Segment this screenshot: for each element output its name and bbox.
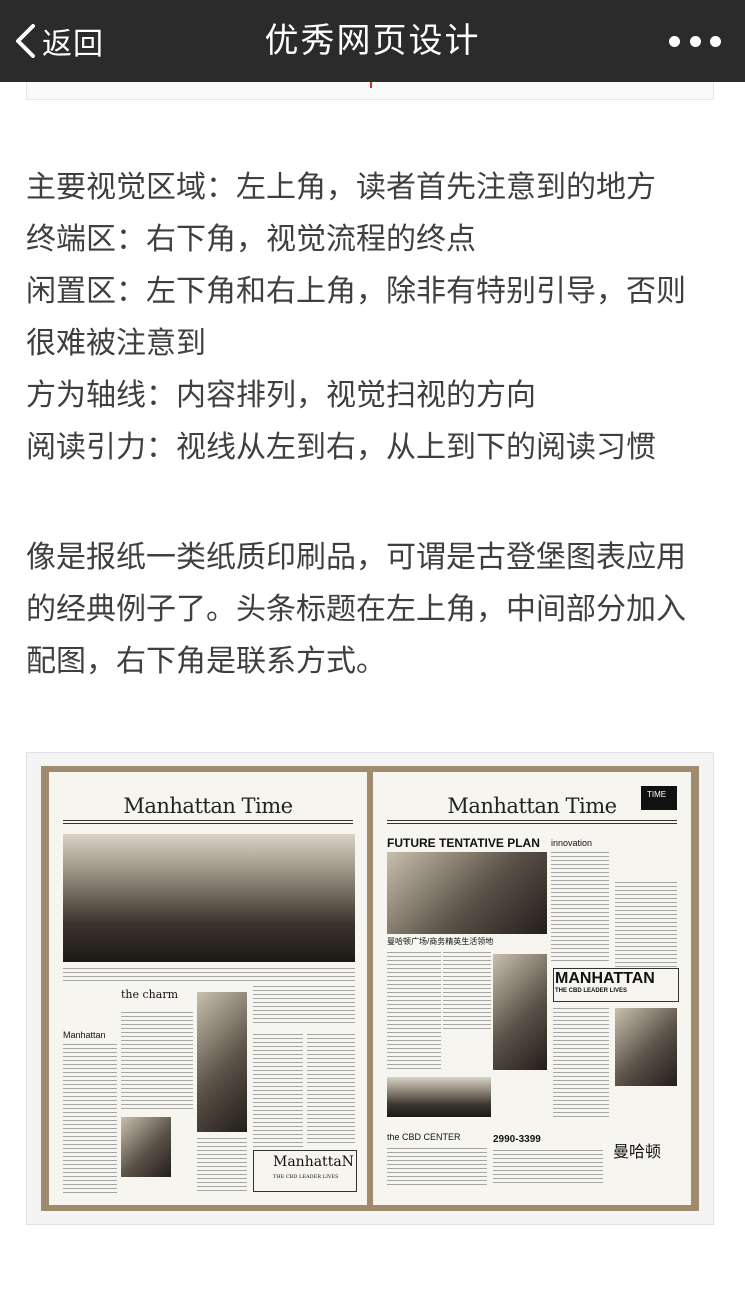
left-subhead: Manhattan (63, 1030, 106, 1040)
tower-photo (493, 954, 547, 1070)
previous-image-card (26, 82, 714, 100)
statue-photo (121, 1117, 171, 1177)
left-logo: ManhattaN (273, 1154, 354, 1170)
newspaper-left-page: Manhattan Time the charm Manhattan Manha… (49, 772, 367, 1205)
left-logo-sub: THE CBD LEADER LIVES (273, 1174, 339, 1180)
left-headline: the charm (121, 988, 179, 1001)
text-line: 很难被注意到 (26, 326, 206, 361)
right-headline: FUTURE TENTATIVE PLAN (387, 836, 540, 850)
text-line: 主要视觉区域：左上角，读者首先注意到的地方 (26, 170, 656, 205)
text-line: 闲置区：左下角和右上角，除非有特别引导，否则 (26, 274, 686, 309)
man-reading-photo (387, 852, 547, 934)
right-big-sub: THE CBD LEADER LIVES (555, 988, 628, 994)
text-line: 终端区：右下角，视觉流程的终点 (26, 222, 476, 257)
time-badge: TIME (647, 790, 667, 799)
text-line: 的经典例子了。头条标题在左上角，中间部分加入 (26, 592, 686, 627)
street-photo (387, 1077, 491, 1117)
right-innovation: innovation (551, 838, 593, 848)
more-button[interactable] (669, 28, 721, 54)
right-center-label: the CBD CENTER (387, 1132, 461, 1142)
text-line: 方为轴线：内容排列，视觉扫视的方向 (26, 378, 536, 413)
text-line: 阅读引力：视线从左到右，从上到下的阅读习惯 (26, 430, 656, 465)
right-tel: 2990-3399 (493, 1134, 541, 1145)
night-city-photo (615, 1008, 677, 1086)
more-dots-icon (669, 35, 680, 47)
page-title: 优秀网页设计 (264, 21, 481, 61)
article-paragraph-2: 像是报纸一类纸质印刷品，可谓是古登堡图表应用 的经典例子了。头条标题在左上角，中… (26, 532, 726, 688)
right-caption: 曼哈顿广场/商务精英生活领地 (387, 937, 494, 946)
right-cn-logo: 曼哈顿 (613, 1144, 662, 1161)
skyline-photo (63, 834, 355, 962)
masthead-left: Manhattan Time (123, 794, 293, 818)
text-line: 配图，右下角是联系方式。 (26, 644, 386, 679)
article-paragraph-1: 主要视觉区域：左上角，读者首先注意到的地方 终端区：右下角，视觉流程的终点 闲置… (26, 162, 726, 474)
building-photo (197, 992, 247, 1132)
newspaper-frame: Manhattan Time the charm Manhattan Manha… (41, 766, 699, 1211)
newspaper-example-image[interactable]: Manhattan Time the charm Manhattan Manha… (26, 752, 714, 1225)
right-big-title: MANHATTAN (555, 970, 655, 987)
newspaper-right-page: Manhattan Time TIME FUTURE TENTATIVE PLA… (373, 772, 691, 1205)
text-line: 像是报纸一类纸质印刷品，可谓是古登堡图表应用 (26, 540, 686, 575)
top-nav-bar: 返回 优秀网页设计 (0, 0, 745, 82)
